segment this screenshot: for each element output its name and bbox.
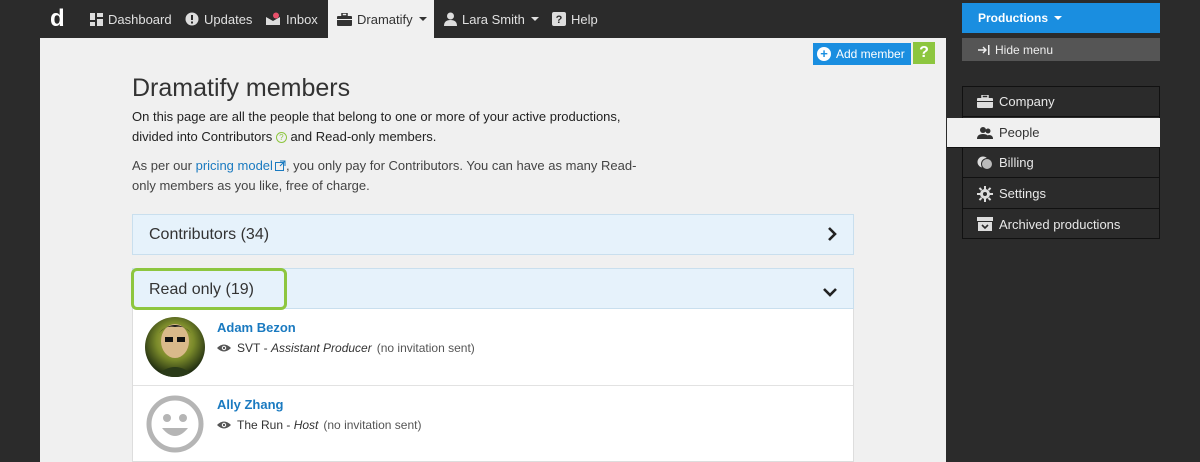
dashboard-icon bbox=[90, 12, 103, 26]
nav-dramatify[interactable]: Dramatify bbox=[328, 0, 434, 38]
member-name-link[interactable]: Ally Zhang bbox=[217, 397, 283, 412]
coins-icon bbox=[977, 156, 993, 170]
eye-icon bbox=[217, 420, 231, 430]
sidebar-item-label: People bbox=[999, 125, 1040, 140]
nav-help-label: Help bbox=[571, 11, 598, 27]
main-content: + Add member ? Dramatify members On this… bbox=[40, 38, 946, 462]
member-details: The Run - Host (no invitation sent) bbox=[217, 418, 421, 432]
nav-updates-label: Updates bbox=[204, 11, 253, 27]
nav-dramatify-label: Dramatify bbox=[357, 11, 413, 27]
readonly-member-list: Adam Bezon SVT - Assistant Producer (no … bbox=[132, 309, 854, 462]
chevron-down-icon bbox=[418, 17, 427, 21]
avatar bbox=[145, 317, 205, 377]
pricing-pre: As per our bbox=[132, 158, 192, 173]
sidebar-item-settings[interactable]: Settings bbox=[963, 179, 1159, 209]
top-navbar: d Dashboard Updates Inbox Dramatify Lara… bbox=[0, 0, 946, 38]
productions-label: Productions bbox=[978, 11, 1049, 25]
member-status: (no invitation sent) bbox=[376, 341, 475, 355]
sidebar-item-label: Archived productions bbox=[999, 216, 1121, 232]
add-member-button[interactable]: + Add member bbox=[813, 43, 911, 65]
sidebar-item-people[interactable]: People bbox=[947, 118, 1160, 148]
settings-side-menu: Company People Billing Settings Archived… bbox=[947, 86, 1160, 239]
sidebar-item-label: Settings bbox=[999, 186, 1046, 201]
member-role: Host bbox=[293, 418, 319, 432]
updates-icon bbox=[185, 12, 199, 26]
gear-icon bbox=[977, 185, 993, 202]
intro-text-2: and Read-only members. bbox=[290, 129, 437, 144]
chevron-down-icon bbox=[1054, 16, 1063, 20]
member-details: SVT - Assistant Producer (no invitation … bbox=[217, 341, 475, 355]
intro-text: On this page are all the people that bel… bbox=[132, 107, 652, 147]
hide-menu-button[interactable]: Hide menu bbox=[962, 38, 1160, 61]
nav-inbox-label: Inbox bbox=[286, 11, 318, 27]
help-icon: ? bbox=[552, 12, 566, 26]
nav-dashboard[interactable]: Dashboard bbox=[90, 0, 172, 38]
people-icon bbox=[977, 126, 993, 140]
sidebar-item-archived-productions[interactable]: Archived productions bbox=[963, 209, 1159, 239]
readonly-highlight-outline bbox=[131, 268, 287, 310]
chevron-down-icon bbox=[530, 17, 539, 21]
chevron-right-icon bbox=[827, 227, 837, 246]
member-org: The Run bbox=[237, 418, 284, 432]
hide-menu-icon bbox=[978, 44, 990, 55]
nav-user-label: Lara Smith bbox=[462, 11, 525, 27]
pricing-text: As per our pricing model, you only pay f… bbox=[132, 156, 652, 196]
productions-dropdown-button[interactable]: Productions bbox=[962, 3, 1160, 33]
member-name-link[interactable]: Adam Bezon bbox=[217, 320, 296, 335]
nav-inbox[interactable]: Inbox bbox=[265, 0, 318, 38]
member-role: Assistant Producer bbox=[271, 341, 372, 355]
page-help-button[interactable]: ? bbox=[913, 42, 935, 64]
contributors-title: Contributors (34) bbox=[149, 226, 270, 243]
user-icon bbox=[444, 12, 457, 26]
eye-icon bbox=[217, 343, 231, 353]
briefcase-icon bbox=[337, 12, 352, 26]
pricing-model-link[interactable]: pricing model bbox=[196, 158, 273, 173]
hide-menu-label: Hide menu bbox=[995, 42, 1054, 57]
list-item[interactable]: Ally Zhang The Run - Host (no invitation… bbox=[133, 386, 853, 462]
inbox-icon bbox=[265, 12, 281, 26]
page-title: Dramatify members bbox=[132, 74, 351, 102]
briefcase-icon bbox=[977, 95, 993, 108]
archive-icon bbox=[977, 217, 993, 231]
add-member-label: Add member bbox=[836, 47, 905, 61]
list-item[interactable]: Adam Bezon SVT - Assistant Producer (no … bbox=[133, 309, 853, 386]
contributors-panel-header[interactable]: Contributors (34) bbox=[132, 214, 854, 255]
svg-text:?: ? bbox=[556, 14, 563, 26]
member-separator: - bbox=[283, 418, 294, 432]
member-org: SVT bbox=[237, 341, 261, 355]
question-icon[interactable]: ? bbox=[275, 132, 287, 143]
avatar bbox=[145, 394, 205, 454]
nav-user-menu[interactable]: Lara Smith bbox=[444, 0, 539, 38]
external-link-icon bbox=[273, 158, 286, 173]
chevron-down-icon bbox=[823, 284, 837, 302]
member-separator: - bbox=[260, 341, 272, 355]
nav-help[interactable]: ? Help bbox=[552, 0, 598, 38]
sidebar-item-label: Billing bbox=[999, 155, 1034, 170]
dramatify-logo[interactable]: d bbox=[50, 6, 70, 32]
sidebar-item-billing[interactable]: Billing bbox=[963, 148, 1159, 178]
nav-dashboard-label: Dashboard bbox=[108, 11, 172, 27]
member-status: (no invitation sent) bbox=[323, 418, 422, 432]
sidebar-item-company[interactable]: Company bbox=[963, 87, 1159, 117]
sidebar-item-label: Company bbox=[999, 94, 1055, 109]
plus-icon: + bbox=[817, 47, 831, 61]
nav-updates[interactable]: Updates bbox=[185, 0, 252, 38]
